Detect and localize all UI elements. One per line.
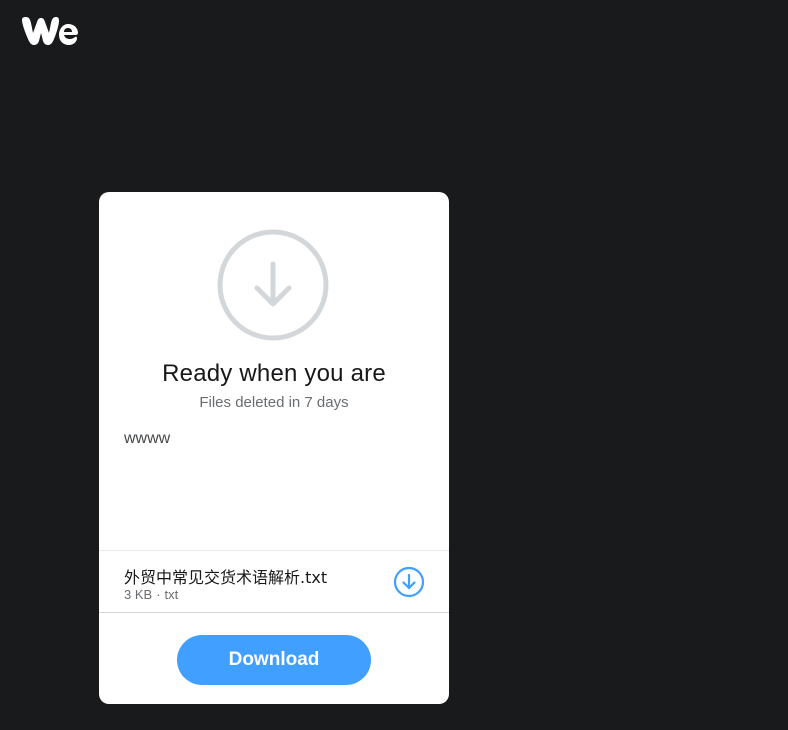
transfer-message: wwww <box>124 430 171 447</box>
meta-separator: · <box>156 587 161 602</box>
download-card: Ready when you are Files deleted in 7 da… <box>99 192 449 704</box>
card-title: Ready when you are <box>162 360 386 387</box>
download-button[interactable]: Download <box>177 635 371 685</box>
wetransfer-logo-icon[interactable] <box>21 16 79 46</box>
file-list-item[interactable]: 外贸中常见交货术语解析.txt 3 KB · txt <box>99 550 449 613</box>
file-meta: 3 KB · txt <box>124 587 178 602</box>
file-name: 外贸中常见交货术语解析.txt <box>124 568 328 587</box>
download-circle-icon[interactable] <box>393 566 425 598</box>
file-size: 3 KB <box>124 587 153 602</box>
file-type: txt <box>164 587 179 602</box>
download-arrow-circle-icon <box>217 229 329 341</box>
expiry-notice: Files deleted in 7 days <box>199 394 349 411</box>
